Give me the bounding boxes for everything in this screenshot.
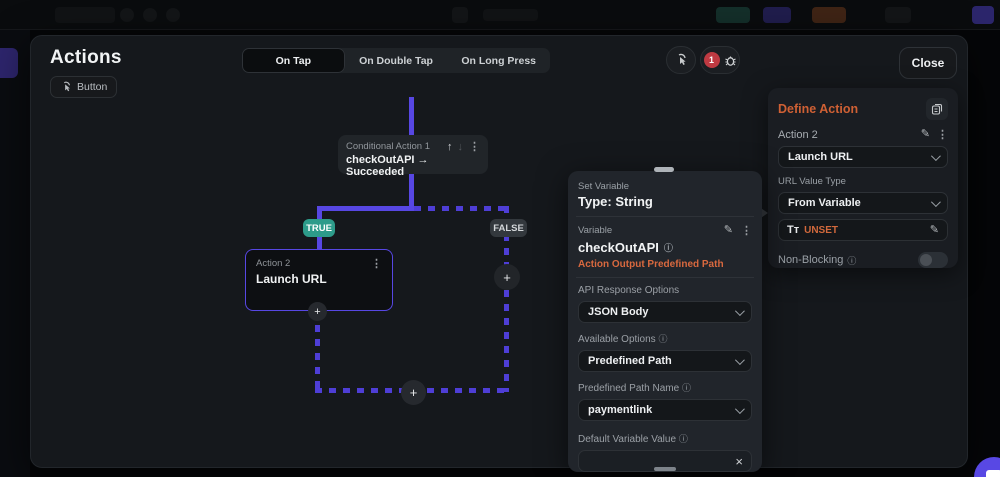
- chevron-down-icon: [734, 403, 745, 414]
- plus-icon: +: [503, 269, 511, 285]
- url-value-type-select[interactable]: From Variable: [778, 192, 948, 214]
- api-response-options-select[interactable]: JSON Body: [578, 301, 752, 323]
- tab-on-tap[interactable]: On Tap: [242, 48, 345, 73]
- topbar-dim-item: [763, 7, 791, 23]
- predefined-path-name-label: Predefined Path Name ⓘ: [578, 383, 691, 394]
- conditional-action-label: Conditional Action 1: [346, 141, 430, 152]
- info-icon: ⓘ: [678, 434, 688, 444]
- plus-icon: +: [314, 305, 321, 318]
- info-icon: ⓘ: [681, 383, 691, 393]
- close-button[interactable]: Close: [899, 47, 957, 79]
- predefined-path-name-select[interactable]: paymentlink: [578, 399, 752, 421]
- info-icon: ⓘ: [658, 334, 668, 344]
- topbar-dim-item: [972, 6, 994, 24]
- edit-pencil-icon[interactable]: ✎: [724, 225, 733, 236]
- text-type-icon: Tᴛ: [787, 224, 800, 236]
- edit-pencil-icon[interactable]: ✎: [921, 129, 930, 140]
- variable-label: Variable: [578, 225, 613, 236]
- topbar-dim-item: [885, 7, 911, 23]
- page-title: Actions: [50, 47, 122, 68]
- component-chip-label: Button: [77, 81, 108, 93]
- action-node-title: Launch URL: [256, 272, 327, 286]
- plus-icon: +: [409, 385, 418, 400]
- variable-type: Type: String: [578, 194, 653, 209]
- clear-input-icon[interactable]: ×: [735, 455, 743, 468]
- gesture-preview-button[interactable]: [666, 46, 696, 74]
- error-count-badge: 1: [703, 52, 720, 68]
- flow-line: [409, 97, 414, 137]
- variable-subtitle: Action Output Predefined Path: [578, 259, 724, 270]
- add-action-false-branch-button[interactable]: +: [494, 264, 520, 290]
- more-options-icon[interactable]: ⋮: [371, 257, 382, 270]
- info-icon: ⓘ: [663, 243, 673, 253]
- topbar-dim-item: [55, 7, 115, 23]
- flow-line-true-branch: [317, 206, 414, 211]
- available-options-select[interactable]: Predefined Path: [578, 350, 752, 372]
- false-branch-badge: FALSE: [490, 219, 527, 237]
- url-value-type-label: URL Value Type: [778, 176, 846, 187]
- debug-issues-button[interactable]: 1: [700, 46, 740, 74]
- topbar-dim-item: [120, 8, 134, 22]
- flow-line-false-branch: [414, 206, 509, 211]
- more-options-icon[interactable]: ⋮: [469, 140, 480, 153]
- action-label: Action 2: [778, 128, 818, 141]
- action-type-select[interactable]: Launch URL: [778, 146, 948, 168]
- topbar-dim-item: [166, 8, 180, 22]
- panel-drag-handle[interactable]: [654, 167, 674, 172]
- duplicate-action-button[interactable]: [926, 98, 948, 120]
- info-icon: ⓘ: [847, 255, 857, 266]
- variable-name: checkOutAPI: [578, 240, 659, 255]
- edit-pencil-icon[interactable]: ✎: [930, 224, 939, 236]
- more-options-icon[interactable]: ⋮: [741, 224, 752, 237]
- url-variable-value-field[interactable]: Tᴛ UNSET ✎: [778, 219, 948, 241]
- sidebar-active-item: [0, 48, 18, 78]
- action-node-label: Action 2: [256, 258, 291, 269]
- move-up-icon[interactable]: ↑: [447, 141, 453, 153]
- top-navigation-bar: [0, 0, 1000, 30]
- component-chip-button[interactable]: Button: [50, 76, 118, 98]
- help-chat-button[interactable]: [974, 457, 1000, 477]
- topbar-dim-item: [812, 7, 846, 23]
- left-sidebar: [0, 30, 30, 477]
- tap-gesture-icon: [674, 53, 688, 67]
- bug-icon: [724, 54, 737, 67]
- topbar-dim-item: [483, 9, 538, 21]
- add-action-merge-button[interactable]: +: [401, 380, 426, 405]
- add-action-below-button[interactable]: +: [308, 302, 327, 321]
- default-variable-value-label: Default Variable Value ⓘ: [578, 434, 688, 445]
- more-options-icon[interactable]: ⋮: [937, 128, 948, 141]
- topbar-dim-item: [143, 8, 157, 22]
- chat-icon: [986, 470, 1000, 477]
- trigger-tabs: On Tap On Double Tap On Long Press: [242, 48, 550, 73]
- move-down-icon[interactable]: ↓: [458, 141, 464, 153]
- conditional-action-node[interactable]: Conditional Action 1 ↑ ↓ ⋮ checkOutAPI →…: [338, 135, 488, 178]
- define-action-panel: Define Action Action 2 ✎ ⋮ Launch URL UR…: [768, 88, 958, 268]
- topbar-dim-item: [452, 7, 468, 23]
- tap-gesture-icon: [60, 81, 72, 93]
- available-options-label: Available Options ⓘ: [578, 334, 668, 345]
- non-blocking-label: Non-Blocking: [778, 254, 844, 266]
- panel-drag-handle[interactable]: [654, 467, 676, 471]
- set-variable-label: Set Variable: [578, 181, 630, 192]
- topbar-dim-item: [716, 7, 750, 23]
- chevron-down-icon: [930, 150, 941, 161]
- chevron-down-icon: [734, 354, 745, 365]
- chevron-down-icon: [734, 305, 745, 316]
- true-branch-badge: TRUE: [303, 219, 335, 237]
- tab-on-long-press[interactable]: On Long Press: [447, 48, 550, 73]
- api-response-options-label: API Response Options: [578, 285, 680, 296]
- unset-value: UNSET: [804, 224, 839, 236]
- default-variable-value-input[interactable]: [587, 455, 736, 467]
- set-variable-panel: Set Variable Type: String Variable ✎ ⋮ c…: [568, 171, 762, 472]
- conditional-action-condition: checkOutAPI → Succeeded: [346, 154, 429, 178]
- flow-line-merge: [315, 311, 320, 391]
- define-action-title: Define Action: [778, 102, 859, 116]
- tab-on-double-tap[interactable]: On Double Tap: [345, 48, 448, 73]
- chevron-down-icon: [930, 196, 941, 207]
- non-blocking-toggle[interactable]: [918, 252, 948, 268]
